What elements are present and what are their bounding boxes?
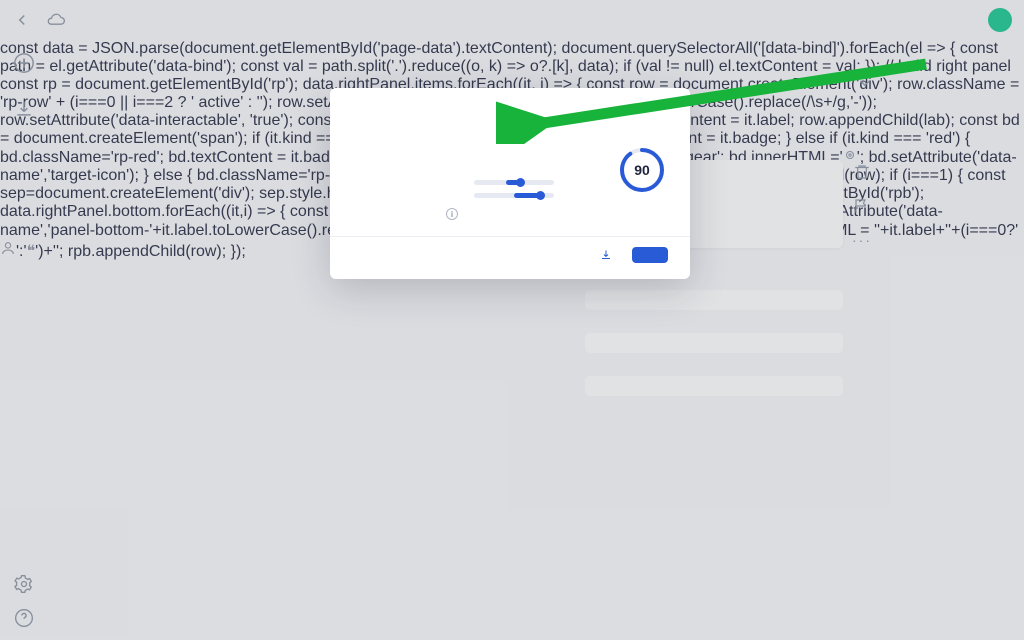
grammarly-logo[interactable] bbox=[988, 8, 1012, 32]
alert-item[interactable] bbox=[585, 290, 843, 310]
download-icon[interactable] bbox=[11, 96, 37, 122]
assistant-panel bbox=[914, 50, 1024, 66]
wordcount-grid bbox=[352, 128, 668, 148]
help-icon[interactable] bbox=[14, 608, 34, 628]
more-icon[interactable]: ··· bbox=[852, 230, 872, 250]
trash-icon[interactable] bbox=[852, 162, 872, 182]
readability-row-score: i bbox=[352, 206, 668, 220]
back-icon[interactable] bbox=[12, 10, 32, 30]
add-icon[interactable] bbox=[11, 50, 37, 76]
score-ring: 90 bbox=[618, 146, 666, 199]
paragraph bbox=[58, 286, 578, 334]
svg-text:90: 90 bbox=[634, 162, 650, 178]
settings-icon[interactable] bbox=[14, 574, 34, 594]
info-icon[interactable]: i bbox=[446, 208, 458, 220]
alerts-count bbox=[850, 74, 874, 92]
performance-modal: 90 i bbox=[330, 88, 690, 279]
download-pdf-button[interactable] bbox=[600, 249, 618, 261]
close-button[interactable] bbox=[632, 247, 668, 263]
alert-item[interactable] bbox=[585, 376, 843, 396]
flag-icon[interactable] bbox=[852, 196, 872, 216]
paragraph bbox=[58, 351, 578, 375]
cloud-icon bbox=[46, 10, 66, 30]
left-rail bbox=[0, 40, 48, 640]
alert-item[interactable] bbox=[585, 333, 843, 353]
